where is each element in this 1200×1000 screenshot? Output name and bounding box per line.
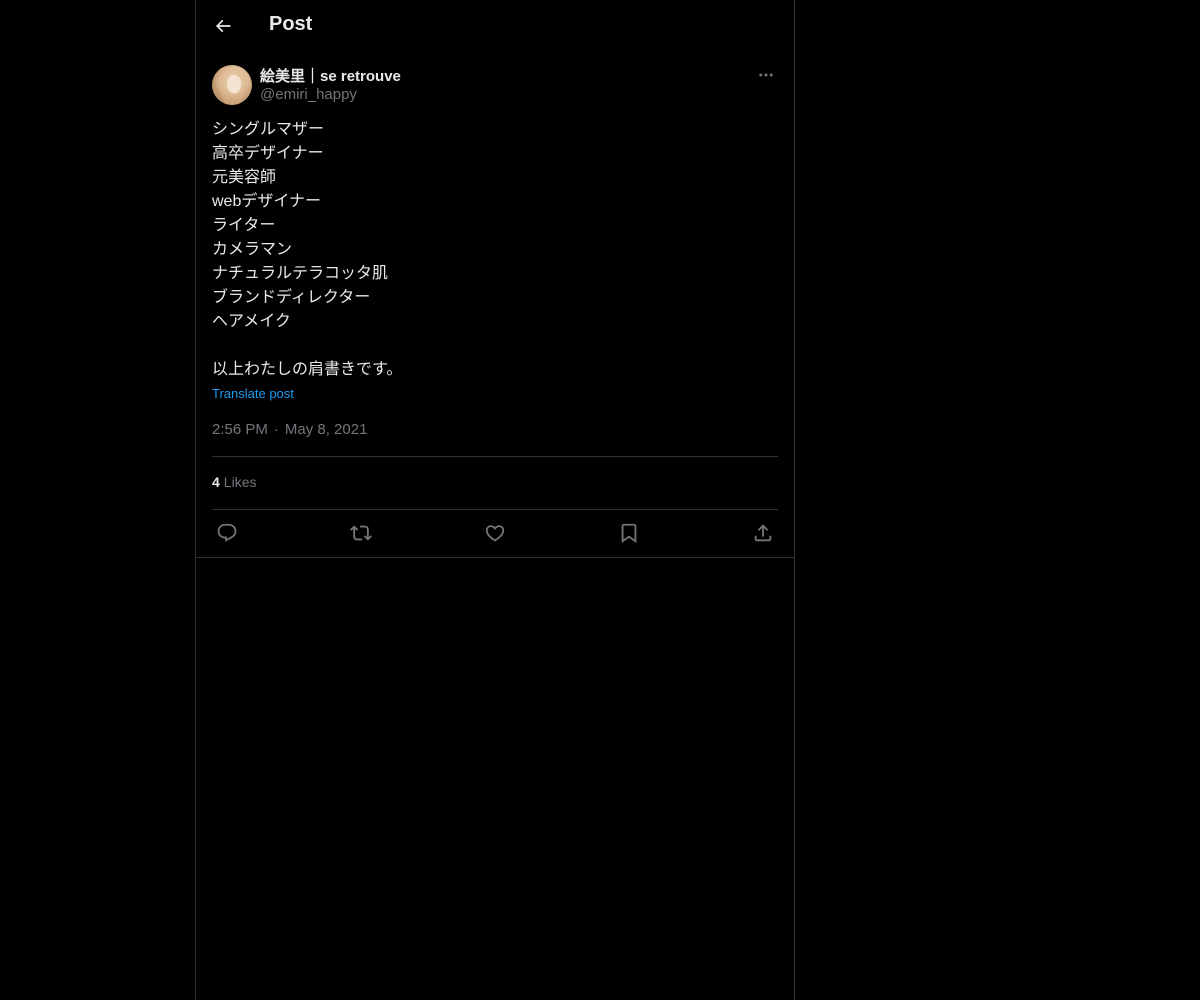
- post-timestamp[interactable]: 2:56 PM · May 8, 2021: [212, 421, 367, 438]
- likes-stat[interactable]: 4 Likes: [212, 474, 256, 490]
- author-handle[interactable]: @emiri_happy: [260, 86, 357, 103]
- arrow-left-icon: [215, 19, 231, 33]
- author-display-name[interactable]: 絵美里｜se retrouve: [260, 65, 401, 86]
- post-body-line: webデザイナー: [212, 193, 322, 210]
- avatar-image: [219, 68, 247, 105]
- post-body-line: カメラマン: [212, 241, 293, 258]
- post-body: シングルマザー 高卒デザイナー 元美容師 webデザイナー ライター カメラマン…: [212, 118, 772, 382]
- post-time: 2:56 PM: [212, 421, 268, 438]
- divider: [212, 456, 778, 457]
- share-button[interactable]: [748, 520, 778, 546]
- post-body-line: ブランドディレクター: [212, 289, 371, 306]
- bookmark-icon: [621, 523, 637, 544]
- repost-icon: [350, 525, 372, 541]
- share-icon: [754, 524, 772, 542]
- translate-post-link[interactable]: Translate post: [212, 386, 294, 401]
- divider: [212, 509, 778, 510]
- post-body-line: [212, 334, 772, 358]
- reply-icon: [217, 523, 237, 542]
- reply-button[interactable]: [212, 520, 242, 546]
- bookmark-button[interactable]: [614, 520, 644, 546]
- more-options-button[interactable]: [754, 64, 778, 86]
- likes-count: 4: [212, 474, 220, 490]
- post-body-line: ヘアメイク: [212, 313, 291, 330]
- post-body-line: シングルマザー: [212, 121, 325, 138]
- main-column: Post 絵美里｜se retrouve @emiri_happy シングルマザ…: [195, 0, 795, 1000]
- like-button[interactable]: [480, 520, 510, 546]
- page-header: Post: [196, 0, 794, 53]
- post-body-line: 高卒デザイナー: [212, 145, 324, 162]
- page-title: Post: [269, 13, 313, 35]
- action-bar: [212, 520, 778, 546]
- post-body-line: 以上わたしの肩書きです。: [212, 361, 403, 378]
- post-bottom-border: [196, 557, 794, 558]
- avatar[interactable]: [212, 65, 252, 105]
- post-body-line: ナチュラルテラコッタ肌: [212, 265, 389, 282]
- meta-separator: ·: [273, 421, 279, 438]
- heart-icon: [485, 525, 505, 542]
- post-body-line: ライター: [212, 217, 276, 234]
- post-date: May 8, 2021: [284, 421, 368, 438]
- back-button[interactable]: [208, 11, 238, 41]
- post-body-line: 元美容師: [212, 169, 277, 186]
- likes-label: Likes: [223, 474, 257, 490]
- repost-button[interactable]: [346, 520, 376, 546]
- more-horizontal-icon: [759, 73, 773, 77]
